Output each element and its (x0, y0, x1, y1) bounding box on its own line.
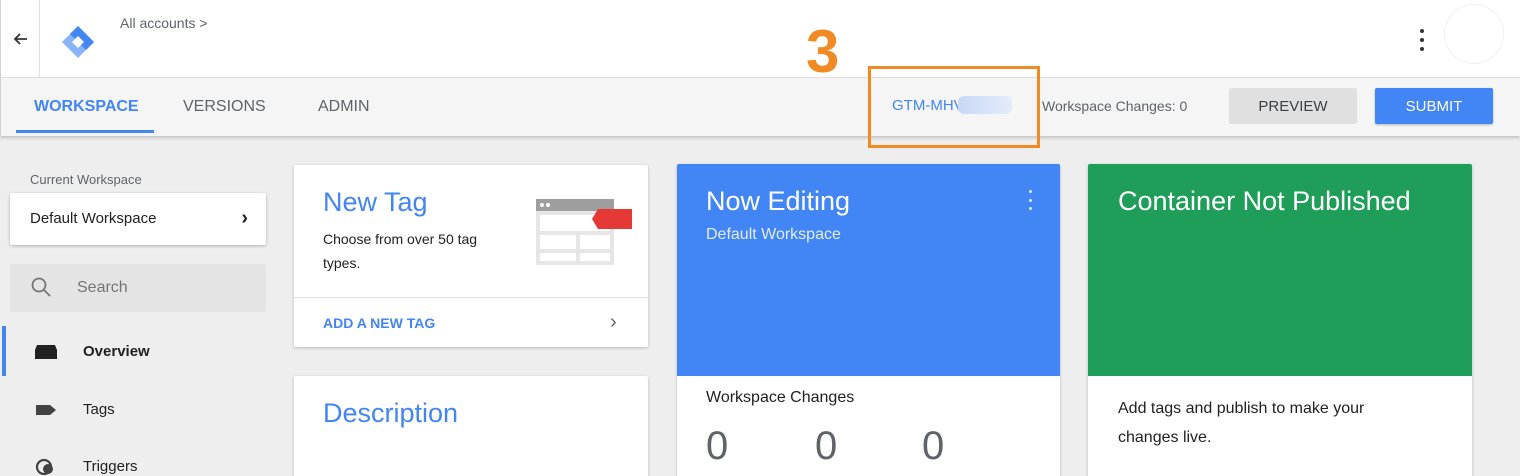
sidebar-item-label: Triggers (83, 458, 138, 475)
tab-workspace[interactable]: WORKSPACE (34, 78, 139, 136)
preview-button[interactable]: PREVIEW (1229, 88, 1357, 124)
workspace-name: Default Workspace (30, 210, 157, 227)
now-editing-card: Now Editing Default Workspace Workspace … (677, 164, 1060, 476)
avatar[interactable] (1444, 4, 1504, 64)
card-divider (294, 297, 648, 298)
sidebar-item-label: Overview (83, 343, 150, 360)
workspace-changes-title: Workspace Changes (706, 389, 855, 406)
gtm-logo-icon[interactable] (60, 24, 96, 60)
dot (1420, 38, 1424, 42)
new-tag-card[interactable]: New Tag Choose from over 50 tag types. A… (294, 165, 648, 347)
workspace-changes-count: Workspace Changes: 0 (1042, 98, 1188, 114)
description-card[interactable]: Description (294, 376, 648, 476)
tab-admin[interactable]: ADMIN (318, 78, 370, 136)
workspace-selector[interactable]: Default Workspace › (10, 193, 266, 245)
add-new-tag-link[interactable]: ADD A NEW TAG (323, 315, 435, 331)
chevron-right-icon[interactable]: › (610, 311, 617, 334)
vertical-dots-icon (1420, 29, 1424, 33)
trigger-icon (35, 458, 53, 476)
arrow-left-icon (13, 33, 27, 45)
sidebar-item-triggers[interactable]: Triggers (0, 442, 276, 476)
annotation-number: 3 (806, 18, 840, 85)
container-status-card: Container Not Published Add tags and pub… (1088, 164, 1472, 476)
container-status-header: Container Not Published (1088, 164, 1472, 376)
new-tag-description: Choose from over 50 tag types. (323, 231, 478, 271)
sidebar-item-overview[interactable]: Overview (0, 327, 276, 375)
more-options-button[interactable] (1412, 26, 1432, 54)
dot (1028, 207, 1032, 210)
submit-button[interactable]: SUBMIT (1375, 88, 1493, 124)
current-workspace-label: Current Workspace (30, 172, 142, 187)
now-editing-title: Now Editing (706, 186, 851, 216)
modified-count: 0 (706, 424, 729, 468)
vertical-dots-icon[interactable] (1026, 190, 1034, 210)
now-editing-header: Now Editing Default Workspace (677, 164, 1060, 376)
chevron-right-icon: › (241, 207, 248, 229)
back-button[interactable] (0, 0, 40, 78)
container-status-description: Add tags and publish to make your change… (1118, 400, 1365, 446)
search-input[interactable]: Search (10, 264, 266, 312)
active-tab-indicator (16, 130, 154, 133)
added-count: 0 (815, 424, 838, 468)
container-status-title: Container Not Published (1118, 186, 1411, 216)
account-name-redacted (116, 30, 434, 68)
breadcrumb-all-accounts[interactable]: All accounts > (120, 15, 208, 31)
dot (1028, 190, 1032, 193)
search-icon (31, 277, 51, 297)
tag-icon (36, 405, 56, 415)
deleted-count: 0 (922, 424, 945, 468)
sidebar-item-label: Tags (83, 401, 115, 418)
tag-illustration-icon (536, 199, 632, 265)
dot (1420, 47, 1424, 51)
search-placeholder: Search (77, 279, 128, 296)
dot (1028, 198, 1032, 202)
tab-versions[interactable]: VERSIONS (183, 78, 266, 136)
new-tag-title: New Tag (323, 187, 428, 217)
sidebar-item-tags[interactable]: Tags (0, 385, 276, 433)
description-title: Description (323, 398, 459, 428)
overview-icon (35, 345, 57, 359)
now-editing-workspace: Default Workspace (706, 226, 841, 243)
annotation-highlight-box (868, 66, 1040, 148)
